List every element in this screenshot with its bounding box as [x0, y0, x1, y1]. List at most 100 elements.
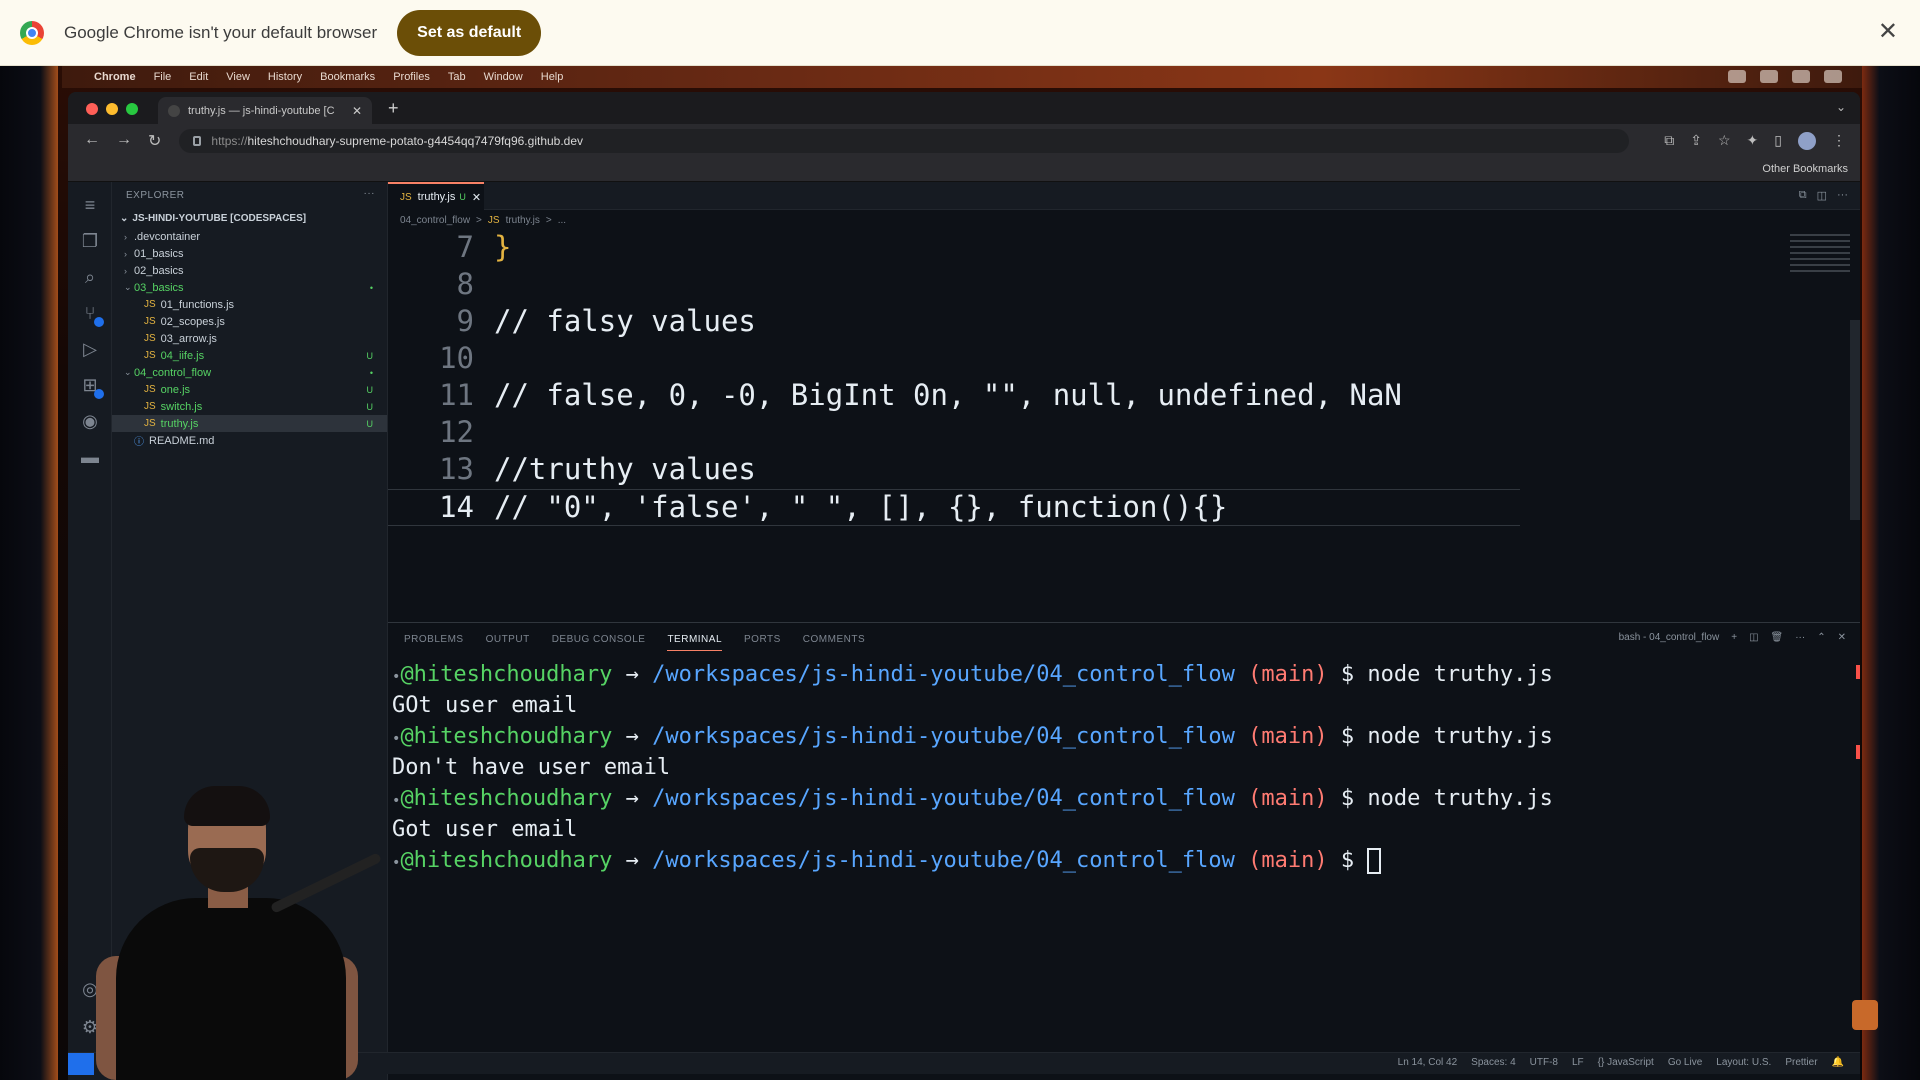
camera-icon [1760, 70, 1778, 83]
tree-file[interactable]: JS 03_arrow.js [112, 330, 387, 347]
tree-folder[interactable]: ⌄ 03_basics • [112, 279, 387, 296]
terminal-path: /workspaces/js-hindi-youtube/04_control_… [652, 848, 1235, 873]
git-status-badge: U [366, 418, 374, 429]
menu-tab: Tab [447, 71, 466, 83]
minimize-window-icon [106, 103, 118, 115]
tab-debug-console[interactable]: DEBUG CONSOLE [552, 634, 646, 645]
trash-icon: 🗑 [1770, 632, 1784, 643]
code-line-current[interactable]: 14 // "0", 'false', " ", [], {}, functio… [388, 489, 1520, 526]
docker-icon: ▬ [81, 447, 99, 467]
terminal-output-line: Got user email [392, 817, 578, 842]
terminal-branch-paren: ) [1314, 786, 1328, 811]
terminal-branch-paren: ( [1234, 662, 1262, 687]
terminal-branch: main [1261, 662, 1315, 687]
tree-folder[interactable]: › 02_basics [112, 262, 387, 279]
tab-search-icon: ⌄ [1835, 100, 1846, 114]
extensions-icon: ⊞ [79, 374, 104, 399]
tree-file[interactable]: JS 02_scopes.js [112, 313, 387, 330]
chevron-down-icon: ⌄ [124, 282, 132, 292]
tree-item-label: 04_control_flow [134, 366, 212, 379]
terminal-prompt-symbol: $ [1327, 848, 1368, 873]
tab-output[interactable]: OUTPUT [486, 634, 530, 645]
status-layout: Layout: U.S. [1716, 1057, 1772, 1068]
tree-folder[interactable]: › 01_basics [112, 245, 387, 262]
tree-file[interactable]: ⓘ README.md [112, 432, 387, 449]
terminal-prompt-line: •@hiteshchoudhary → /workspaces/js-hindi… [392, 721, 1832, 752]
notification-bell-icon: 🔔 [1831, 1057, 1844, 1068]
chevron-right-icon: › [124, 248, 127, 259]
record-icon [1728, 70, 1746, 83]
terminal-branch: main [1261, 848, 1315, 873]
tree-folder[interactable]: ⌄ 04_control_flow • [112, 364, 387, 381]
close-icon[interactable]: ✕ [1878, 18, 1898, 46]
tree-file[interactable]: JS 04_iife.js U [112, 347, 387, 364]
file-tree: › .devcontainer › 01_basics › 02_basics ⌄ 03_ba… [112, 228, 387, 449]
tree-file[interactable]: JS 01_functions.js [112, 296, 387, 313]
status-eol: LF [1571, 1057, 1584, 1068]
open-changes-icon: ⧉ [1798, 189, 1807, 201]
tree-folder[interactable]: › .devcontainer [112, 228, 387, 245]
status-encoding: UTF-8 [1529, 1057, 1558, 1068]
address-bar: https:// hiteshchoudhary-supreme-potato-… [179, 129, 1630, 153]
menu-icon: ≡ [84, 195, 96, 215]
tab-comments[interactable]: COMMENTS [803, 634, 865, 645]
terminal-user: @hiteshchoudhary [400, 786, 613, 811]
js-file-icon: JS [400, 191, 412, 203]
bottom-panel: PROBLEMS OUTPUT DEBUG CONSOLE TERMINAL P… [388, 622, 1860, 1052]
tree-file[interactable]: JS one.js U [112, 381, 387, 398]
js-file-icon: JS [144, 401, 156, 412]
tab-strip: truthy.js — js-hindi-youtube [C ✕ + ⌄ [68, 92, 1860, 124]
terminal-arrow: → [612, 786, 653, 811]
bookmarks-bar: Other Bookmarks [68, 158, 1860, 182]
terminal-arrow: → [612, 848, 653, 873]
maximize-window-icon [126, 103, 138, 115]
terminal-prompt-line: •@hiteshchoudhary → /workspaces/js-hindi… [392, 845, 1832, 876]
browser-tab: truthy.js — js-hindi-youtube [C ✕ [158, 97, 372, 124]
code-line: 12 [439, 415, 474, 449]
terminal-user: @hiteshchoudhary [400, 848, 613, 873]
new-tab-icon: + [388, 98, 399, 118]
tree-file[interactable]: JS truthy.js U [112, 415, 387, 432]
code-line: 8 [456, 267, 474, 301]
terminal-path: /workspaces/js-hindi-youtube/04_control_… [652, 786, 1235, 811]
split-editor-icon: ◫ [1816, 190, 1827, 202]
git-status-badge: • [369, 282, 373, 293]
terminal-arrow: → [612, 724, 653, 749]
profile-avatar [1798, 132, 1816, 150]
terminal-user: @hiteshchoudhary [400, 662, 613, 687]
tab-problems[interactable]: PROBLEMS [404, 634, 464, 645]
js-file-icon: JS [144, 316, 156, 327]
menu-edit: Edit [189, 71, 209, 83]
js-file-icon: JS [144, 418, 156, 429]
presenter-webcam [96, 786, 383, 1080]
tab-close-icon: ✕ [471, 191, 482, 204]
terminal-branch-paren: ( [1234, 724, 1262, 749]
editor-scrollbar[interactable] [1850, 320, 1860, 520]
code-line: 11 // false, 0, -0, BigInt 0n, "", null,… [439, 378, 1402, 412]
tab-ports[interactable]: PORTS [744, 634, 781, 645]
status-go-live: Go Live [1667, 1057, 1703, 1068]
terminal-command: node truthy.js [1367, 662, 1553, 687]
terminal-branch-paren: ) [1314, 848, 1328, 873]
wifi-icon [1792, 70, 1810, 83]
tab-favicon-icon [168, 104, 180, 117]
window-controls [86, 103, 138, 115]
tree-file[interactable]: JS switch.js U [112, 398, 387, 415]
tab-terminal[interactable]: TERMINAL [667, 634, 722, 651]
terminal-scroll-markers [1854, 659, 1860, 1039]
url-scheme: https:// [211, 134, 248, 148]
editor-tabs: JS truthy.js U ✕ ⧉ ◫ ··· [388, 182, 1860, 210]
more-actions-icon: ··· [1837, 189, 1848, 201]
workspace-root: ⌄ JS-HINDI-YOUTUBE [CODESPACES] [120, 212, 307, 224]
set-as-default-button[interactable]: Set as default [397, 9, 542, 56]
terminal-output[interactable]: •@hiteshchoudhary → /workspaces/js-hindi… [392, 659, 1832, 876]
more-actions-icon: ··· [1795, 632, 1806, 643]
js-file-icon: JS [144, 350, 156, 361]
tree-item-label: 02_scopes.js [160, 315, 225, 328]
info-file-icon: ⓘ [134, 437, 144, 448]
forward-icon: → [116, 131, 132, 148]
share-icon: ⇪ [1690, 132, 1702, 148]
menu-view: View [226, 71, 250, 83]
terminal-output-line: GOt user email [392, 693, 578, 718]
tab-title: truthy.js — js-hindi-youtube [C [188, 104, 335, 117]
